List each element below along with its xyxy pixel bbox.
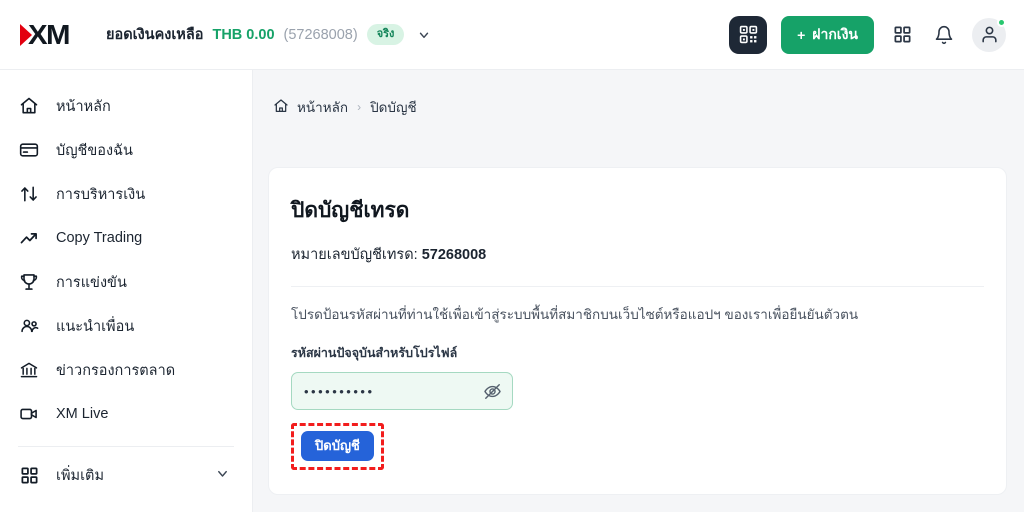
user-avatar[interactable]: [972, 17, 1006, 52]
sidebar-divider: [18, 446, 234, 447]
password-value: ••••••••••: [304, 383, 375, 399]
balance-value: THB 0.00: [212, 26, 275, 43]
sidebar-item-label: แนะนำเพื่อน: [56, 318, 135, 335]
home-icon: [273, 98, 289, 117]
transfer-arrows-icon: [18, 183, 40, 205]
eye-off-icon[interactable]: [483, 382, 502, 401]
chevron-down-icon[interactable]: [417, 28, 431, 42]
sidebar-item-more[interactable]: เพิ่มเติม: [0, 453, 252, 497]
sidebar-item-xm-live[interactable]: XM Live: [0, 392, 252, 436]
notification-bell-icon[interactable]: [930, 21, 958, 49]
qr-code-button[interactable]: [729, 15, 768, 54]
sidebar-item-label: บัญชีของฉัน: [56, 142, 133, 159]
card-icon: [18, 139, 40, 161]
instruction-text: โปรดป้อนรหัสผ่านที่ท่านใช้เพื่อเข้าสู่ระ…: [291, 307, 859, 322]
apps-grid-icon[interactable]: [888, 21, 916, 49]
main-content: หน้าหลัก › ปิดบัญชี ปิดบัญชีเทรด หมายเลข…: [253, 70, 1024, 512]
sidebar-nav: หน้าหลัก บัญชีของฉัน การบริหารเงิน Copy …: [0, 70, 253, 512]
sidebar-item-market-intelligence[interactable]: ข่าวกรองการตลาด: [0, 348, 252, 392]
deposit-button[interactable]: + ฝากเงิน: [781, 15, 874, 54]
bank-building-icon: [18, 359, 40, 381]
plus-icon: +: [797, 26, 806, 43]
card-divider: [291, 286, 984, 287]
sidebar-item-funds-management[interactable]: การบริหารเงิน: [0, 172, 252, 216]
video-camera-icon: [18, 403, 40, 425]
header-actions: + ฝากเงิน: [729, 15, 1006, 54]
sidebar-item-copy-trading[interactable]: Copy Trading: [0, 216, 252, 260]
close-account-button[interactable]: ปิดบัญชี: [301, 431, 374, 462]
account-number-label: หมายเลขบัญชีเทรด:: [291, 247, 418, 263]
breadcrumb-separator: ›: [357, 100, 362, 114]
sidebar-item-label: การแข่งขัน: [56, 274, 127, 291]
breadcrumb-current: ปิดบัญชี: [370, 100, 417, 115]
logo-text: XM: [28, 18, 71, 50]
trending-up-icon: [18, 227, 40, 249]
trophy-icon: [18, 271, 40, 293]
sidebar-item-label: หน้าหลัก: [56, 98, 111, 115]
submit-highlight-box: ปิดบัญชี: [291, 423, 384, 471]
balance-account-number: (57268008): [283, 26, 358, 43]
account-number-value: 57268008: [421, 247, 487, 263]
sidebar-item-label: การบริหารเงิน: [56, 186, 146, 203]
account-type-badge: จริง: [366, 24, 405, 45]
password-input[interactable]: ••••••••••: [291, 372, 513, 411]
sidebar-item-label: ข่าวกรองการตลาด: [56, 362, 176, 379]
sidebar-item-label: XM Live: [56, 406, 109, 422]
balance-label: ยอดเงินคงเหลือ: [106, 27, 204, 43]
home-icon: [18, 95, 40, 117]
page-title: ปิดบัญชีเทรด: [291, 199, 410, 222]
breadcrumb: หน้าหลัก › ปิดบัญชี: [253, 70, 1024, 118]
sidebar-item-label: Copy Trading: [56, 230, 143, 246]
chevron-down-icon[interactable]: [215, 466, 230, 485]
breadcrumb-home-label: หน้าหลัก: [297, 100, 349, 115]
people-group-icon: [18, 315, 40, 337]
xm-logo[interactable]: XM: [20, 18, 71, 52]
sidebar-item-refer-friend[interactable]: แนะนำเพื่อน: [0, 304, 252, 348]
online-status-dot: [997, 17, 1006, 27]
top-header: XM ยอดเงินคงเหลือ THB 0.00 (57268008) จร…: [0, 0, 1024, 70]
sidebar-item-home[interactable]: หน้าหลัก: [0, 84, 252, 128]
sidebar-item-competitions[interactable]: การแข่งขัน: [0, 260, 252, 304]
grid-apps-icon: [18, 464, 40, 486]
deposit-label: ฝากเงิน: [812, 25, 858, 42]
sidebar-item-label: เพิ่มเติม: [56, 467, 105, 484]
app-window: XM ยอดเงินคงเหลือ THB 0.00 (57268008) จร…: [0, 0, 1024, 512]
close-account-card: ปิดบัญชีเทรด หมายเลขบัญชีเทรด: 57268008 …: [268, 167, 1007, 495]
breadcrumb-home-link[interactable]: หน้าหลัก: [273, 96, 348, 118]
sidebar-item-my-accounts[interactable]: บัญชีของฉัน: [0, 128, 252, 172]
balance-summary[interactable]: ยอดเงินคงเหลือ THB 0.00 (57268008) จริง: [106, 23, 431, 46]
password-field-label: รหัสผ่านปัจจุบันสำหรับโปรไฟล์: [291, 346, 458, 361]
account-number-row: หมายเลขบัญชีเทรด: 57268008: [291, 243, 984, 266]
